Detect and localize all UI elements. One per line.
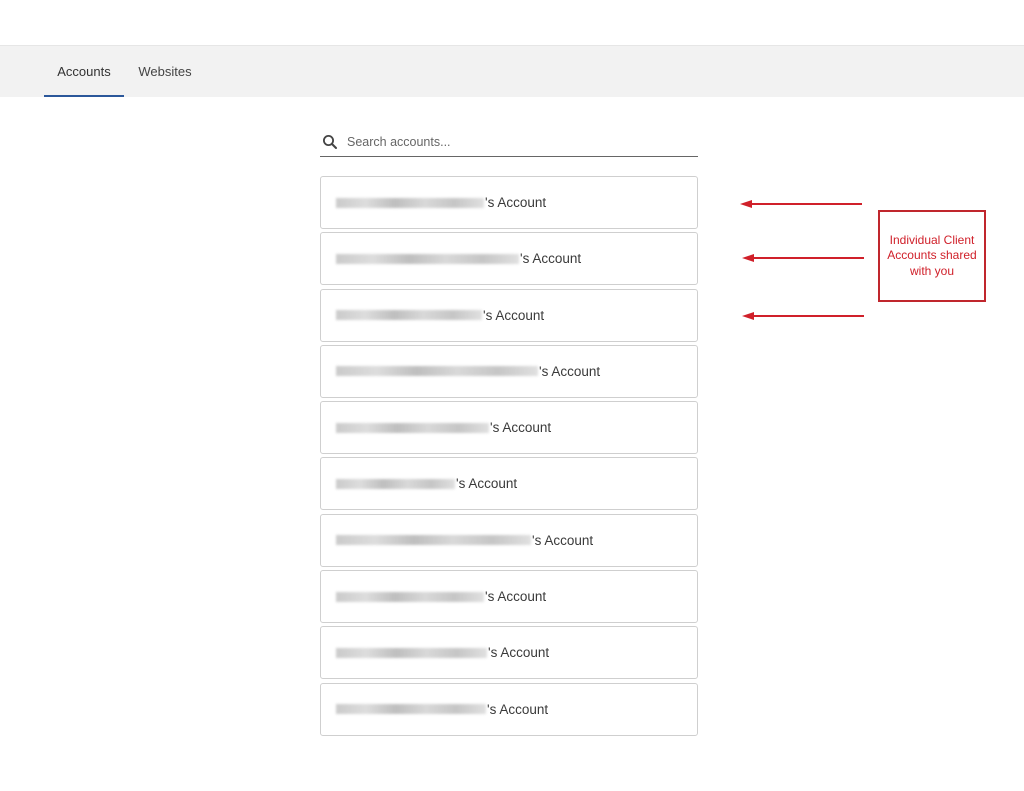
account-label-suffix: 's Account — [520, 251, 582, 267]
account-label-suffix: 's Account — [487, 701, 549, 717]
tab-bar: Accounts Websites — [0, 45, 1024, 97]
account-label-suffix: 's Account — [485, 589, 547, 605]
accounts-list: 's Account 's Account 's Account 's Acco… — [320, 176, 698, 739]
account-item[interactable]: 's Account — [320, 513, 698, 567]
account-item[interactable]: 's Account — [320, 401, 698, 455]
arrow-left-icon — [742, 254, 864, 262]
redacted-email — [336, 253, 519, 264]
account-item[interactable]: 's Account — [320, 232, 698, 286]
redacted-email — [336, 591, 484, 602]
account-item[interactable]: 's Account — [320, 288, 698, 342]
account-label-suffix: 's Account — [539, 363, 601, 379]
redacted-email — [336, 478, 455, 489]
tab-accounts-label: Accounts — [57, 64, 111, 79]
redacted-email — [336, 647, 487, 658]
search-bar — [320, 128, 698, 157]
redacted-email — [336, 197, 484, 208]
account-label-suffix: 's Account — [456, 476, 518, 492]
account-label-suffix: 's Account — [483, 307, 545, 323]
tab-accounts[interactable]: Accounts — [44, 46, 124, 97]
account-label-suffix: 's Account — [490, 420, 552, 436]
tab-websites-label: Websites — [138, 64, 192, 79]
account-item[interactable]: 's Account — [320, 682, 698, 736]
annotation-arrows — [740, 200, 864, 320]
account-label-suffix: 's Account — [532, 532, 594, 548]
redacted-email — [336, 310, 482, 321]
search-icon — [323, 135, 337, 149]
redacted-email — [336, 422, 489, 433]
redacted-email — [336, 704, 486, 715]
annotation-text: Individual Client Accounts shared with y… — [887, 232, 977, 278]
account-item[interactable]: 's Account — [320, 344, 698, 398]
annotation-callout: Individual Client Accounts shared with y… — [878, 210, 986, 302]
arrow-left-icon — [742, 312, 864, 320]
account-item[interactable]: 's Account — [320, 626, 698, 680]
tab-websites[interactable]: Websites — [126, 46, 204, 97]
account-item[interactable]: 's Account — [320, 457, 698, 511]
account-label-suffix: 's Account — [488, 645, 550, 661]
top-header — [0, 0, 1024, 45]
redacted-email — [336, 535, 531, 546]
account-item[interactable]: 's Account — [320, 176, 698, 229]
account-item[interactable]: 's Account — [320, 570, 698, 624]
redacted-email — [336, 366, 538, 377]
search-input[interactable] — [347, 135, 677, 149]
account-label-suffix: 's Account — [485, 195, 547, 210]
arrow-left-icon — [740, 200, 862, 208]
